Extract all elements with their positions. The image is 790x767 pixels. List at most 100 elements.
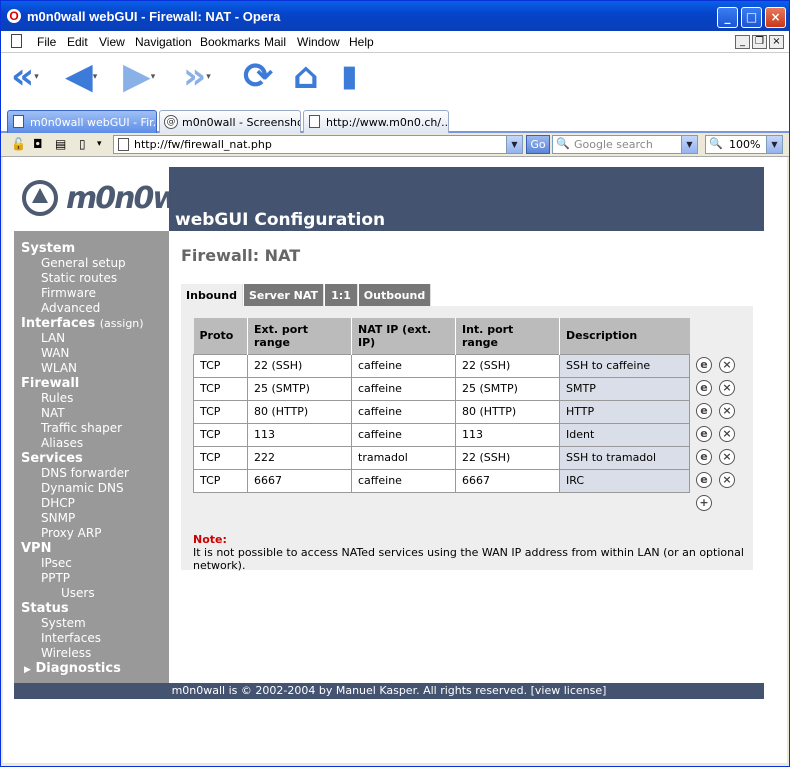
edit-rule-icon[interactable]: e xyxy=(696,449,712,465)
lock-icon[interactable]: 🔓 xyxy=(11,137,26,151)
cell-proto: TCP xyxy=(193,422,248,447)
cell-proto: TCP xyxy=(193,445,248,470)
zoom-icon: 🔍 xyxy=(709,137,723,150)
sidebar-item-dns-forwarder[interactable]: DNS forwarder xyxy=(41,466,129,480)
zoom-dropdown-icon[interactable]: ▼ xyxy=(766,136,782,153)
delete-rule-icon[interactable]: × xyxy=(719,449,735,465)
cell-nat-ip: caffeine xyxy=(351,399,456,424)
camera-icon[interactable]: ◘ xyxy=(33,137,43,151)
sidebar-item-general-setup[interactable]: General setup xyxy=(41,256,126,270)
sidebar-item-aliases[interactable]: Aliases xyxy=(41,436,83,450)
edit-rule-icon[interactable]: e xyxy=(696,403,712,419)
address-field[interactable]: http://fw/firewall_nat.php ▼ xyxy=(113,135,523,154)
tab-m0n0-ch[interactable]: http://www.m0n0.ch/... xyxy=(303,110,449,133)
sidebar-item-snmp[interactable]: SNMP xyxy=(41,511,75,525)
menu-navigation[interactable]: Navigation xyxy=(135,35,192,49)
menu-bar: File Edit View Navigation Bookmarks Mail… xyxy=(1,31,789,53)
mdi-minimize-icon[interactable]: _ xyxy=(735,35,750,49)
cell-proto: TCP xyxy=(193,468,248,493)
tab-one-to-one[interactable]: 1:1 xyxy=(325,284,358,306)
mdi-close-icon[interactable]: × xyxy=(769,35,784,49)
sidebar-item-dhcp[interactable]: DHCP xyxy=(41,496,75,510)
sidebar-item-lan[interactable]: LAN xyxy=(41,331,65,345)
menu-window[interactable]: Window xyxy=(297,35,340,49)
tab-outbound[interactable]: Outbound xyxy=(359,284,431,306)
sidebar-item-advanced[interactable]: Advanced xyxy=(41,301,100,315)
delete-rule-icon[interactable]: × xyxy=(719,380,735,396)
menu-bookmarks[interactable]: Bookmarks xyxy=(200,35,260,49)
go-button[interactable]: Go xyxy=(526,135,550,154)
view-license-link[interactable]: [view license] xyxy=(531,684,607,697)
col-nat-ip: NAT IP (ext. IP) xyxy=(351,318,456,354)
sidebar-item-nat[interactable]: NAT xyxy=(41,406,65,420)
close-button[interactable]: × xyxy=(765,7,786,28)
mdi-restore-icon[interactable]: ❐ xyxy=(752,35,767,49)
sidebar-item-traffic-shaper[interactable]: Traffic shaper xyxy=(41,421,122,435)
sidebar-item-status-interfaces[interactable]: Interfaces xyxy=(41,631,101,645)
edit-rule-icon[interactable]: e xyxy=(696,357,712,373)
edit-rule-icon[interactable]: e xyxy=(696,380,712,396)
chevron-down-icon[interactable]: ▾ xyxy=(97,139,102,149)
window-title: m0n0wall webGUI - Firewall: NAT - Opera xyxy=(27,9,281,24)
title-bar: O m0n0wall webGUI - Firewall: NAT - Oper… xyxy=(1,1,789,31)
minimize-button[interactable]: _ xyxy=(717,7,738,28)
delete-rule-icon[interactable]: × xyxy=(719,403,735,419)
sidebar-item-ipsec[interactable]: IPsec xyxy=(41,556,72,570)
expand-arrow-icon: ▶ xyxy=(24,665,31,675)
forward-icon[interactable]: ▶▾ xyxy=(123,57,155,97)
search-input[interactable]: 🔍 Google search ▼ xyxy=(552,135,698,154)
tab-screenshots[interactable]: @ m0n0wall - Screenshots xyxy=(159,110,301,133)
sidebar-item-firmware[interactable]: Firmware xyxy=(41,286,96,300)
footer: m0n0wall is © 2002-2004 by Manuel Kasper… xyxy=(14,683,764,699)
sidebar-heading-services: Services xyxy=(21,451,83,466)
page-menu-icon[interactable]: ▯ xyxy=(79,137,86,151)
delete-rule-icon[interactable]: × xyxy=(719,472,735,488)
menu-help[interactable]: Help xyxy=(349,35,374,49)
sidebar-nav: System General setup Static routes Firmw… xyxy=(14,231,169,683)
maximize-button[interactable]: □ xyxy=(741,7,762,28)
sidebar-heading-diagnostics[interactable]: ▶ Diagnostics xyxy=(24,661,121,676)
table-row: TCP 113 caffeine 113 Ident xyxy=(193,422,690,447)
address-dropdown-icon[interactable]: ▼ xyxy=(506,136,522,153)
home-icon[interactable]: ⌂ xyxy=(293,57,319,97)
tab-bar: m0n0wall webGUI - Fir... @ m0n0wall - Scr… xyxy=(1,105,789,133)
zoom-select[interactable]: 🔍 100% ▼ xyxy=(705,135,783,154)
page-icon[interactable]: ▮ xyxy=(341,57,358,97)
delete-rule-icon[interactable]: × xyxy=(719,426,735,442)
cell-int-port: 80 (HTTP) xyxy=(455,399,560,424)
menu-file[interactable]: File xyxy=(37,35,56,49)
menu-edit[interactable]: Edit xyxy=(67,35,88,49)
print-icon[interactable]: ▤ xyxy=(55,137,66,151)
sidebar-item-wlan[interactable]: WLAN xyxy=(41,361,77,375)
m0n0wall-logo[interactable]: m0n0wall xyxy=(14,167,215,231)
cell-description: Ident xyxy=(559,422,690,447)
nat-tab-panel: Proto Ext. port range NAT IP (ext. IP) I… xyxy=(181,306,753,572)
menu-view[interactable]: View xyxy=(99,35,125,49)
tab-server-nat[interactable]: Server NAT xyxy=(244,284,324,306)
sidebar-item-proxy-arp[interactable]: Proxy ARP xyxy=(41,526,101,540)
sidebar-item-users[interactable]: Users xyxy=(61,586,95,600)
edit-rule-icon[interactable]: e xyxy=(696,426,712,442)
search-engine-dropdown-icon[interactable]: ▼ xyxy=(681,136,697,153)
sidebar-item-pptp[interactable]: PPTP xyxy=(41,571,70,585)
add-rule-icon[interactable]: + xyxy=(696,495,712,511)
tab-inbound[interactable]: Inbound xyxy=(181,284,243,306)
sidebar-item-dynamic-dns[interactable]: Dynamic DNS xyxy=(41,481,124,495)
delete-rule-icon[interactable]: × xyxy=(719,357,735,373)
sidebar-item-wan[interactable]: WAN xyxy=(41,346,69,360)
assign-link[interactable]: (assign) xyxy=(100,317,144,330)
sidebar-heading-vpn: VPN xyxy=(21,541,52,556)
menu-mail[interactable]: Mail xyxy=(264,35,286,49)
edit-rule-icon[interactable]: e xyxy=(696,472,712,488)
sidebar-item-status-wireless[interactable]: Wireless xyxy=(41,646,91,660)
back-icon[interactable]: ◀▾ xyxy=(65,57,97,97)
fast-forward-icon[interactable]: »▾ xyxy=(183,57,211,97)
reload-icon[interactable]: ⟳ xyxy=(243,57,273,97)
sidebar-item-status-system[interactable]: System xyxy=(41,616,86,630)
tab-m0n0wall-webgui[interactable]: m0n0wall webGUI - Fir... xyxy=(7,110,157,133)
note-text: It is not possible to access NATed servi… xyxy=(193,546,744,572)
sidebar-item-rules[interactable]: Rules xyxy=(41,391,73,405)
rewind-icon[interactable]: «▾ xyxy=(11,57,39,97)
sidebar-item-static-routes[interactable]: Static routes xyxy=(41,271,117,285)
cell-proto: TCP xyxy=(193,376,248,401)
